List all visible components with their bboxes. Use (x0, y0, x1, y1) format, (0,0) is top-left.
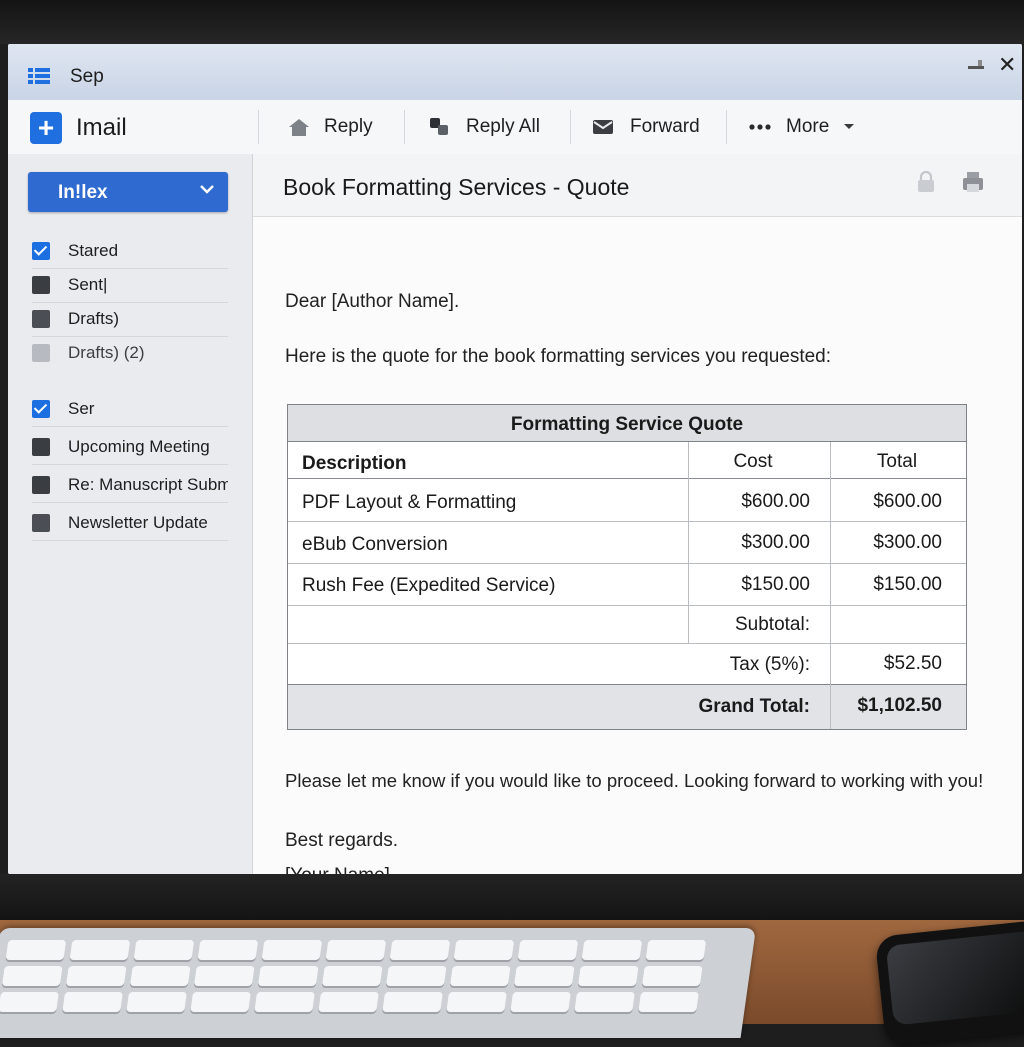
row-description: eBub Conversion (302, 534, 448, 555)
email-intro: Here is the quote for the book formattin… (285, 346, 832, 367)
divider (288, 563, 966, 564)
folder-sidebar: In!lex Stared Sent| Drafts) Drafts) (2) … (8, 154, 253, 874)
mail-square-icon (32, 476, 50, 494)
keyboard (0, 928, 756, 1038)
toolbar-divider (258, 110, 259, 144)
sidebar-item-label: Sent| (68, 275, 108, 294)
divider (288, 521, 966, 522)
sidebar-item-label: Drafts) (68, 309, 119, 328)
row-cost: $600.00 (741, 491, 810, 512)
subtotal-label: Subtotal: (735, 614, 810, 635)
chevron-down-icon (844, 124, 855, 129)
forward-envelope-icon (593, 120, 613, 134)
reply-all-icon (430, 118, 448, 135)
col-header-cost: Cost (733, 451, 773, 472)
home-icon (289, 119, 309, 136)
row-total: $600.00 (873, 491, 942, 512)
app-grid-icon[interactable] (28, 68, 50, 84)
forward-label: Forward (630, 116, 700, 137)
row-cost: $150.00 (741, 574, 810, 595)
minimize-icon[interactable] (968, 60, 984, 74)
row-description: PDF Layout & Formatting (302, 492, 517, 513)
divider (288, 605, 966, 606)
lock-icon[interactable] (915, 170, 937, 194)
subject-bar: Book Formatting Services - Quote (253, 154, 1022, 217)
close-icon[interactable]: ✕ (998, 52, 1016, 78)
divider (288, 441, 966, 442)
email-subject: Book Formatting Services - Quote (283, 174, 630, 200)
sidebar-item-sent[interactable]: Sent| (32, 268, 228, 303)
row-description: Rush Fee (Expedited Service) (302, 575, 556, 596)
checkbox-checked-icon[interactable] (32, 400, 50, 418)
col-header-description: Description (302, 453, 407, 474)
email-closing-line: Please let me know if you would like to … (285, 770, 984, 791)
monitor-bezel-bottom (0, 874, 1024, 920)
col-header-total: Total (876, 451, 918, 472)
folder-square-icon (32, 344, 50, 362)
window-titlebar: Sep ✕ (8, 44, 1022, 100)
sidebar-item-ser[interactable]: Ser (32, 392, 228, 427)
compose-button[interactable]: + Imail (30, 112, 127, 144)
forward-button[interactable]: Forward (592, 100, 700, 154)
divider (688, 442, 689, 607)
sidebar-item-drafts-2[interactable]: Drafts) (2) (32, 336, 228, 370)
quote-table: Formatting Service Quote Description Cos… (287, 404, 967, 730)
email-signoff: Best regards. (285, 830, 398, 851)
sidebar-item-drafts[interactable]: Drafts) (32, 302, 228, 337)
sidebar-item-label: Re: Manuscript Submissic (68, 475, 228, 494)
mail-toolbar: + Imail Reply Reply All Forward More (8, 100, 1022, 155)
row-total: $150.00 (873, 574, 942, 595)
divider (830, 442, 831, 729)
folder-dropdown-label: In!lex (58, 182, 108, 203)
chevron-down-icon (200, 185, 214, 194)
reply-all-label: Reply All (466, 116, 540, 137)
sidebar-item-upcoming-meeting[interactable]: Upcoming Meeting (32, 430, 228, 465)
divider (688, 605, 689, 644)
folder-square-icon (32, 310, 50, 328)
email-signature: [Your Name] (285, 865, 390, 874)
monitor-screen: Sep ✕ + Imail Reply Reply All Forward Mo… (8, 44, 1022, 874)
toolbar-divider (726, 110, 727, 144)
tax-value: $52.50 (883, 653, 942, 674)
print-icon[interactable] (961, 170, 985, 194)
reading-pane: Book Formatting Services - Quote Dear [A… (252, 154, 1022, 874)
folder-square-icon (32, 276, 50, 294)
sidebar-item-label: Stared (68, 241, 119, 260)
sidebar-item-label: Newsletter Update (68, 513, 208, 532)
more-label: More (786, 116, 830, 137)
reply-button[interactable]: Reply (288, 100, 373, 154)
grand-total-label: Grand Total: (698, 696, 810, 717)
folder-dropdown[interactable]: In!lex (28, 172, 228, 212)
mail-square-icon (32, 438, 50, 456)
sidebar-item-newsletter[interactable]: Newsletter Update (32, 506, 228, 541)
sidebar-item-label: Ser (68, 399, 95, 418)
mail-square-icon (32, 514, 50, 532)
email-greeting: Dear [Author Name]. (285, 291, 460, 312)
more-button[interactable]: More (748, 100, 855, 154)
sidebar-item-manuscript[interactable]: Re: Manuscript Submissic (32, 468, 228, 503)
monitor-bezel-top (0, 0, 1024, 44)
smartphone (874, 919, 1024, 1047)
sidebar-item-label: Drafts) (2) (68, 343, 145, 362)
plus-icon: + (30, 112, 62, 144)
row-total: $300.00 (873, 532, 942, 553)
window-title: Sep (70, 66, 104, 87)
divider (288, 643, 966, 644)
grand-total-value: $1,102.50 (857, 695, 942, 716)
tax-label: Tax (5%): (729, 654, 810, 675)
toolbar-divider (404, 110, 405, 144)
row-cost: $300.00 (741, 532, 810, 553)
divider (288, 478, 966, 479)
checkbox-checked-icon[interactable] (32, 242, 50, 260)
more-dots-icon (749, 124, 771, 130)
reply-label: Reply (324, 116, 373, 137)
sidebar-item-stared[interactable]: Stared (32, 234, 228, 269)
sidebar-item-label: Upcoming Meeting (68, 437, 210, 456)
quote-title: Formatting Service Quote (510, 414, 744, 435)
app-name: Imail (76, 114, 127, 141)
reply-all-button[interactable]: Reply All (428, 100, 540, 154)
toolbar-divider (570, 110, 571, 144)
